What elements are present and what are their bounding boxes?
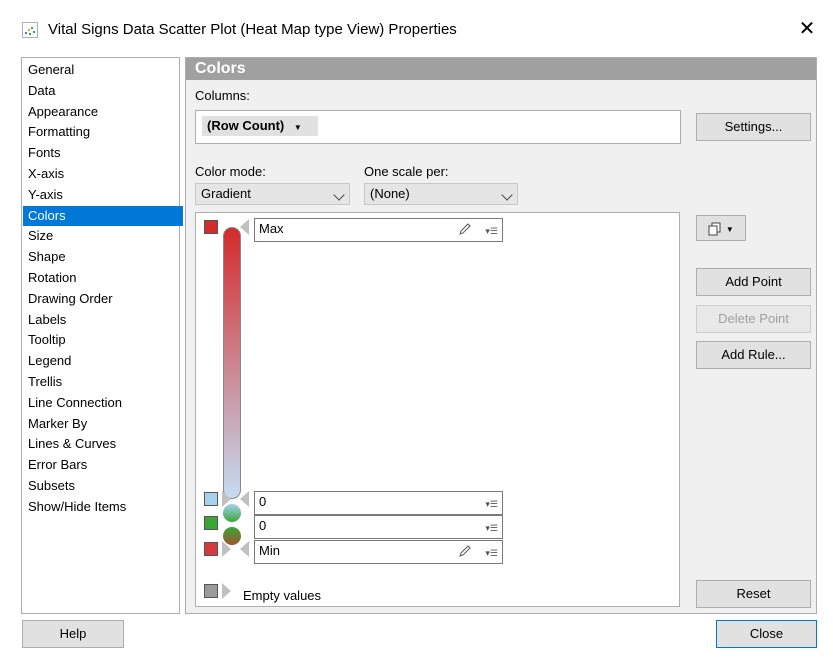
midpoint-handle-right[interactable]	[240, 491, 249, 507]
gradient-bar	[223, 227, 241, 499]
sidebar-item-x-axis[interactable]: X-axis	[23, 164, 183, 184]
color-mode-select[interactable]: Gradient	[195, 183, 350, 205]
pencil-icon[interactable]	[458, 544, 472, 558]
copy-icon	[708, 222, 721, 236]
chevron-down-icon: ▼	[725, 225, 734, 234]
sidebar-item-fonts[interactable]: Fonts	[23, 143, 183, 163]
window-title: Vital Signs Data Scatter Plot (Heat Map …	[48, 21, 457, 38]
sidebar-item-y-axis[interactable]: Y-axis	[23, 185, 183, 205]
color-mode-label: Color mode:	[195, 164, 266, 179]
sidebar-item-colors[interactable]: Colors	[23, 205, 183, 226]
scale-select[interactable]: (None)	[364, 183, 518, 205]
max-value-field[interactable]: Max ▾☰	[254, 218, 503, 242]
low-color-swatch[interactable]	[204, 516, 218, 530]
min-value-field[interactable]: Min ▾☰	[254, 540, 503, 564]
midpoint-knob[interactable]	[223, 504, 241, 522]
sidebar-item-marker-by[interactable]: Marker By	[23, 414, 183, 434]
midpoint-color-swatch[interactable]	[204, 492, 218, 506]
sidebar-item-legend[interactable]: Legend	[23, 351, 183, 371]
settings-button[interactable]: Settings...	[696, 113, 811, 141]
sidebar-item-show-hide-items[interactable]: Show/Hide Items	[23, 497, 183, 517]
sidebar-item-general[interactable]: General	[23, 60, 183, 80]
sidebar-item-drawing-order[interactable]: Drawing Order	[23, 289, 183, 309]
sort-icon[interactable]: ▾☰	[485, 518, 498, 538]
sidebar-item-line-connection[interactable]: Line Connection	[23, 393, 183, 413]
pencil-icon[interactable]	[458, 222, 472, 236]
low-value-field[interactable]: 0 ▾☰	[254, 515, 503, 539]
chevron-down-icon	[333, 189, 345, 201]
sidebar-item-shape[interactable]: Shape	[23, 247, 183, 267]
help-button[interactable]: Help	[22, 620, 124, 648]
scale-value: (None)	[370, 186, 410, 201]
sidebar-item-tooltip[interactable]: Tooltip	[23, 330, 183, 350]
add-point-button[interactable]: Add Point	[696, 268, 811, 296]
empty-values-label: Empty values	[243, 588, 322, 603]
min-handle-left[interactable]	[222, 541, 231, 557]
scale-label: One scale per:	[364, 164, 449, 179]
sidebar-item-data[interactable]: Data	[23, 81, 183, 101]
max-color-swatch[interactable]	[204, 220, 218, 234]
sidebar: General Data Appearance Formatting Fonts X-ax…	[21, 57, 183, 614]
panel-header: Colors	[186, 58, 816, 80]
sidebar-item-trellis[interactable]: Trellis	[23, 372, 183, 392]
columns-label: Columns:	[195, 88, 250, 103]
min-handle-right[interactable]	[240, 541, 249, 557]
chevron-down-icon: ▼	[293, 123, 302, 132]
sidebar-item-size[interactable]: Size	[23, 226, 183, 246]
min-color-swatch[interactable]	[204, 542, 218, 556]
min-value: Min	[259, 543, 280, 558]
sort-icon[interactable]: ▾☰	[485, 543, 498, 563]
sidebar-item-subsets[interactable]: Subsets	[23, 476, 183, 496]
copy-menu-button[interactable]: ▼	[696, 215, 746, 241]
reset-button[interactable]: Reset	[696, 580, 811, 608]
sidebar-item-error-bars[interactable]: Error Bars	[23, 455, 183, 475]
delete-point-button[interactable]: Delete Point	[696, 305, 811, 333]
sidebar-item-rotation[interactable]: Rotation	[23, 268, 183, 288]
max-handle[interactable]	[240, 219, 249, 235]
sidebar-item-lines-curves[interactable]: Lines & Curves	[23, 434, 183, 454]
empty-handle	[222, 583, 231, 599]
max-value: Max	[259, 221, 284, 236]
sort-icon[interactable]: ▾☰	[485, 221, 498, 241]
color-mode-value: Gradient	[201, 186, 251, 201]
add-rule-button[interactable]: Add Rule...	[696, 341, 811, 369]
sort-icon[interactable]: ▾☰	[485, 494, 498, 514]
sidebar-item-labels[interactable]: Labels	[23, 310, 183, 330]
sidebar-item-appearance[interactable]: Appearance	[23, 102, 183, 122]
close-icon[interactable]: ✕	[794, 16, 820, 42]
low-value: 0	[259, 518, 267, 533]
midpoint-value-field[interactable]: 0 ▾☰	[254, 491, 503, 515]
column-chip-label: (Row Count)	[207, 118, 285, 133]
sidebar-item-formatting[interactable]: Formatting	[23, 122, 183, 142]
empty-color-swatch[interactable]	[204, 584, 218, 598]
close-button[interactable]: Close	[716, 620, 817, 648]
column-chip[interactable]: (Row Count) ▼	[202, 116, 318, 136]
window-icon	[22, 22, 38, 38]
chevron-down-icon	[501, 189, 513, 201]
midpoint-value: 0	[259, 494, 267, 509]
